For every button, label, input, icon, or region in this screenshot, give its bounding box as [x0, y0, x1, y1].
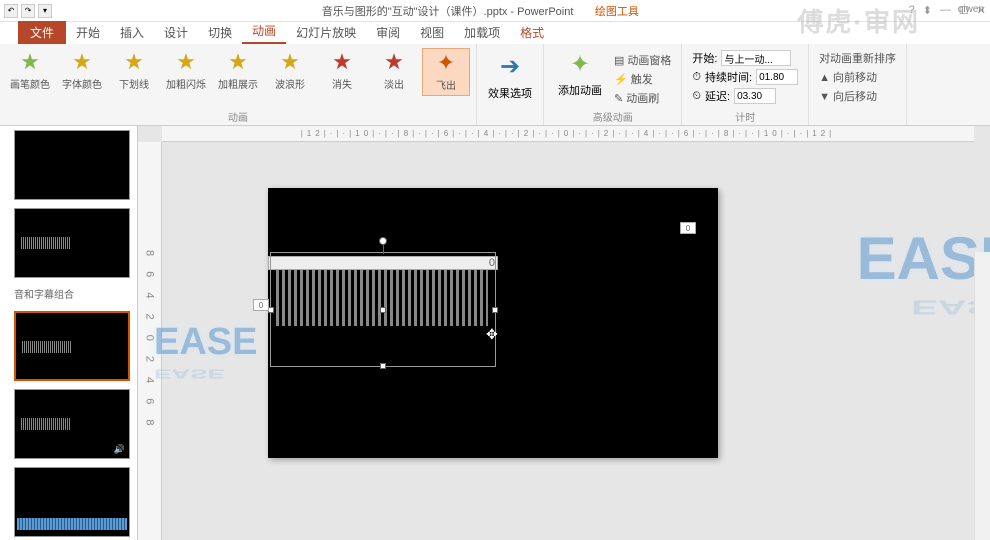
animation-tag[interactable]: 0: [253, 299, 269, 311]
tab-format[interactable]: 格式: [510, 21, 554, 44]
tab-transitions[interactable]: 切换: [198, 21, 242, 44]
reorder-title: 对动画重新排序: [819, 50, 896, 66]
undo-icon[interactable]: ↶: [4, 4, 18, 18]
anim-fade-out[interactable]: ★淡出: [370, 48, 418, 96]
watermark-text: EASE: [154, 321, 257, 364]
start-label: 开始:: [692, 50, 717, 66]
delay-label: 延迟:: [705, 88, 730, 104]
slide-thumbnail[interactable]: [14, 208, 130, 278]
resize-handle[interactable]: [492, 307, 498, 313]
section-header[interactable]: 音和字幕组合: [14, 286, 133, 301]
star-icon: ✦: [437, 52, 455, 74]
slide-thumbnail[interactable]: [14, 130, 130, 200]
animation-painter-button[interactable]: ✎动画刷: [614, 90, 671, 106]
brush-icon: ✎: [614, 92, 623, 105]
tab-slideshow[interactable]: 幻灯片放映: [286, 21, 366, 44]
pane-icon: ▤: [614, 54, 624, 67]
start-select[interactable]: [721, 50, 791, 66]
horizontal-ruler: |12|·|·|10|·|·|8|·|·|6|·|·|4|·|·|2|·|·|0…: [162, 126, 974, 142]
resize-handle[interactable]: [380, 307, 386, 313]
tab-home[interactable]: 开始: [66, 21, 110, 44]
animation-tag[interactable]: 0: [680, 222, 696, 234]
effect-options-button[interactable]: ➔ 效果选项: [481, 46, 539, 107]
selection-box[interactable]: 0: [270, 252, 496, 367]
work-area: 音和字幕组合 🔊 |12|·|·|10|·|·|8|·|·|6|·|·|4|·|…: [0, 126, 990, 540]
delay-input[interactable]: [734, 88, 776, 104]
duration-input[interactable]: [756, 69, 798, 85]
app-name: PowerPoint: [517, 6, 573, 18]
slides-panel[interactable]: 音和字幕组合 🔊: [0, 126, 138, 540]
animation-pane-button[interactable]: ▤动画窗格: [614, 52, 671, 68]
user-name[interactable]: qiwen: [958, 4, 984, 15]
redo-icon[interactable]: ↷: [21, 4, 35, 18]
slide-thumbnail[interactable]: [14, 467, 130, 537]
move-earlier-button[interactable]: ▲ 向前移动: [819, 69, 896, 85]
vertical-scrollbar[interactable]: [974, 252, 990, 540]
anim-fly-out[interactable]: ✦飞出: [422, 48, 470, 96]
ribbon-collapse-icon[interactable]: ⬍: [923, 4, 932, 17]
star-icon: ★: [332, 51, 352, 73]
tab-animations[interactable]: 动画: [242, 19, 286, 44]
add-animation-button[interactable]: ✦ 添加动画: [554, 50, 606, 106]
star-icon: ★: [124, 51, 144, 73]
group-label-advanced: 高级动画: [544, 109, 681, 124]
star-icon: ★: [176, 51, 196, 73]
window-title: 音乐与图形的"互动"设计（课件）.pptx - PowerPoint 绘图工具: [52, 3, 909, 19]
star-icon: ★: [384, 51, 404, 73]
minimize-icon[interactable]: —: [940, 4, 951, 17]
sound-icon: 🔊: [114, 444, 125, 455]
arrow-right-icon: ➔: [500, 52, 520, 81]
anim-disappear[interactable]: ★消失: [318, 48, 366, 96]
ribbon-group-effect-options: ➔ 效果选项: [477, 44, 544, 125]
anim-wave[interactable]: ★波浪形: [266, 48, 314, 96]
rotation-handle[interactable]: [379, 237, 387, 245]
anim-bold-reveal[interactable]: ★加粗展示: [214, 48, 262, 96]
ribbon-group-reorder: 对动画重新排序 ▲ 向前移动 ▼ 向后移动: [809, 44, 907, 125]
title-bar: ↶ ↷ ▾ 音乐与图形的"互动"设计（课件）.pptx - PowerPoint…: [0, 0, 990, 22]
star-icon: ★: [228, 51, 248, 73]
star-icon: ★: [280, 51, 300, 73]
tab-design[interactable]: 设计: [154, 21, 198, 44]
tab-addins[interactable]: 加载项: [454, 21, 510, 44]
tab-insert[interactable]: 插入: [110, 21, 154, 44]
ribbon-group-timing: 开始: ⏱ 持续时间: ⏲ 延迟: 计时: [682, 44, 809, 125]
anim-font-color[interactable]: ★字体颜色: [58, 48, 106, 96]
group-label-animation: 动画: [0, 109, 476, 124]
duration-icon: ⏱: [692, 71, 701, 84]
delay-icon: ⏲: [692, 90, 701, 103]
ribbon-group-animation: ★画笔颜色 ★字体颜色 ★下划线 ★加粗闪烁 ★加粗展示 ★波浪形 ★消失 ★淡…: [0, 44, 477, 125]
watermark-brand: 傅虎·审网: [797, 2, 920, 39]
group-label-timing: 计时: [682, 109, 808, 124]
watermark-text: EASE: [857, 224, 990, 293]
slide-thumbnail-selected[interactable]: [14, 311, 130, 381]
star-icon: ★: [72, 51, 92, 73]
contextual-tab-title: 绘图工具: [595, 6, 639, 18]
trigger-button[interactable]: ⚡触发: [614, 71, 671, 87]
ribbon: ★画笔颜色 ★字体颜色 ★下划线 ★加粗闪烁 ★加粗展示 ★波浪形 ★消失 ★淡…: [0, 44, 990, 126]
tab-view[interactable]: 视图: [410, 21, 454, 44]
qat-dropdown-icon[interactable]: ▾: [38, 4, 52, 18]
slide-thumbnail[interactable]: 🔊: [14, 389, 130, 459]
document-name: 音乐与图形的"互动"设计（课件）.pptx: [322, 6, 508, 18]
quick-access-toolbar: ↶ ↷ ▾: [4, 4, 52, 18]
watermark-reflection: EASE: [154, 366, 225, 382]
ribbon-group-advanced: ✦ 添加动画 ▤动画窗格 ⚡触发 ✎动画刷 高级动画: [544, 44, 682, 125]
resize-handle[interactable]: [380, 363, 386, 369]
file-tab[interactable]: 文件: [18, 21, 66, 44]
move-cursor-icon: ✥: [486, 326, 498, 343]
anim-underline[interactable]: ★下划线: [110, 48, 158, 96]
anim-brush-color[interactable]: ★画笔颜色: [6, 48, 54, 96]
animation-gallery: ★画笔颜色 ★字体颜色 ★下划线 ★加粗闪烁 ★加粗展示 ★波浪形 ★消失 ★淡…: [4, 46, 472, 110]
star-plus-icon: ✦: [570, 50, 590, 79]
duration-label: 持续时间:: [705, 69, 752, 85]
tab-review[interactable]: 审阅: [366, 21, 410, 44]
canvas-area[interactable]: |12|·|·|10|·|·|8|·|·|6|·|·|4|·|·|2|·|·|0…: [138, 126, 990, 540]
star-icon: ★: [20, 51, 40, 73]
trigger-icon: ⚡: [614, 73, 628, 86]
anim-bold-flash[interactable]: ★加粗闪烁: [162, 48, 210, 96]
move-later-button[interactable]: ▼ 向后移动: [819, 88, 896, 104]
